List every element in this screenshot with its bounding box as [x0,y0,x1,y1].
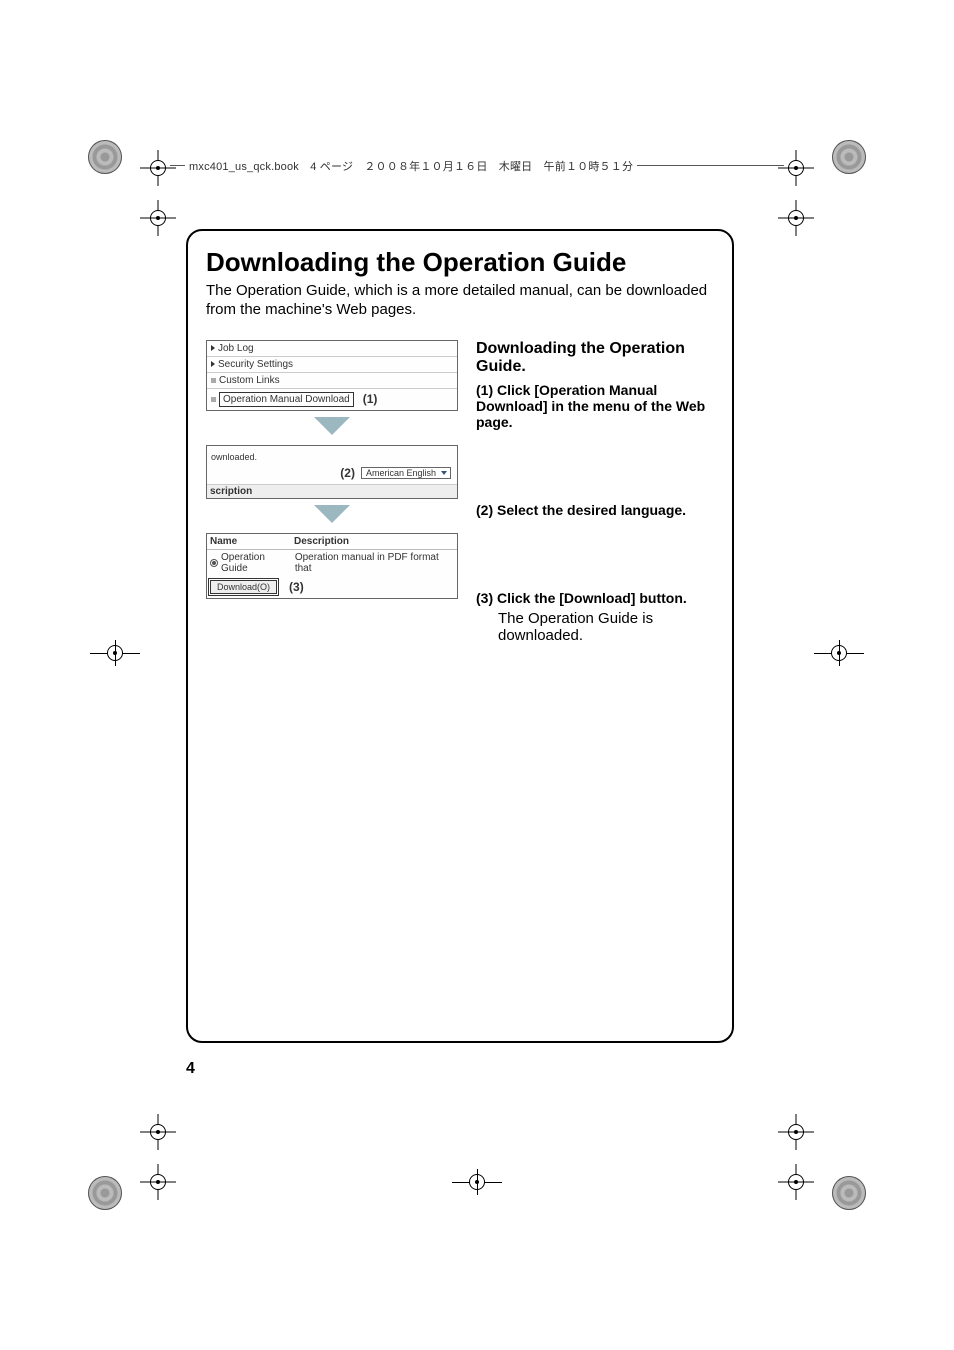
partial-header: scription [207,484,457,498]
corner-disc-icon [832,1176,866,1210]
download-table-panel: Name Description Operation Guide Operati… [206,533,458,599]
registration-mark-icon [778,200,814,236]
registration-mark-icon [140,150,176,186]
chevron-right-icon [211,361,215,367]
callout-marker-2: (2) [340,466,355,480]
step-3-body: The Operation Guide is downloaded. [476,610,714,644]
web-menu-panel: Job Log Security Settings Custom Links O… [206,340,458,411]
registration-mark-icon [452,1169,502,1195]
download-button[interactable]: Download(O) [210,580,277,594]
step-1: (1) Click [Operation Manual Download] in… [476,382,714,430]
intro-paragraph: The Operation Guide, which is a more det… [206,282,714,320]
instructions-column: Downloading the Operation Guide. (1) Cli… [476,340,714,644]
menu-item-security-settings[interactable]: Security Settings [207,357,457,373]
highlighted-link: Operation Manual Download [219,392,354,407]
menu-label: Job Log [218,343,254,354]
row-description: Operation manual in PDF format that [295,552,454,574]
step-3: (3) Click the [Download] button. [476,590,714,606]
partial-text: ownloaded. [207,446,457,462]
header-note: mxc401_us_qck.book 4 ページ ２００８年１０月１６日 木曜日… [185,158,637,174]
registration-mark-icon [778,150,814,186]
menu-label: Security Settings [218,359,293,370]
column-header-name: Name [210,536,294,547]
registration-mark-icon [90,640,140,666]
corner-disc-icon [832,140,866,174]
registration-mark-icon [778,1164,814,1200]
menu-item-job-log[interactable]: Job Log [207,341,457,357]
step-2: (2) Select the desired language. [476,502,714,518]
screenshot-column: Job Log Security Settings Custom Links O… [206,340,458,644]
page-number: 4 [186,1060,195,1078]
radio-icon [210,559,218,567]
square-bullet-icon [211,397,216,402]
language-select[interactable]: American English [361,467,451,479]
page-title: Downloading the Operation Guide [206,247,714,278]
document-page: mxc401_us_qck.book 4 ページ ２００８年１０月１６日 木曜日… [0,0,954,1350]
steps-heading: Downloading the Operation Guide. [476,340,714,376]
corner-disc-icon [88,1176,122,1210]
column-header-description: Description [294,536,349,547]
down-arrow-icon [314,505,350,523]
down-arrow-icon [314,417,350,435]
menu-item-operation-manual-download[interactable]: Operation Manual Download (1) [207,389,457,410]
menu-item-custom-links[interactable]: Custom Links [207,373,457,389]
registration-mark-icon [140,200,176,236]
registration-mark-icon [814,640,864,666]
registration-mark-icon [140,1114,176,1150]
menu-label: Custom Links [219,375,280,386]
row-name: Operation Guide [221,552,292,574]
table-header: Name Description [207,534,457,550]
content-frame: Downloading the Operation Guide The Oper… [186,229,734,1043]
registration-mark-icon [140,1164,176,1200]
chevron-right-icon [211,345,215,351]
registration-mark-icon [778,1114,814,1150]
corner-disc-icon [88,140,122,174]
square-bullet-icon [211,378,216,383]
callout-marker-3: (3) [289,580,304,594]
language-panel: ownloaded. (2) American English scriptio… [206,445,458,499]
table-row[interactable]: Operation Guide Operation manual in PDF … [207,550,457,576]
callout-marker-1: (1) [363,392,378,406]
language-select-value: American English [366,468,436,478]
